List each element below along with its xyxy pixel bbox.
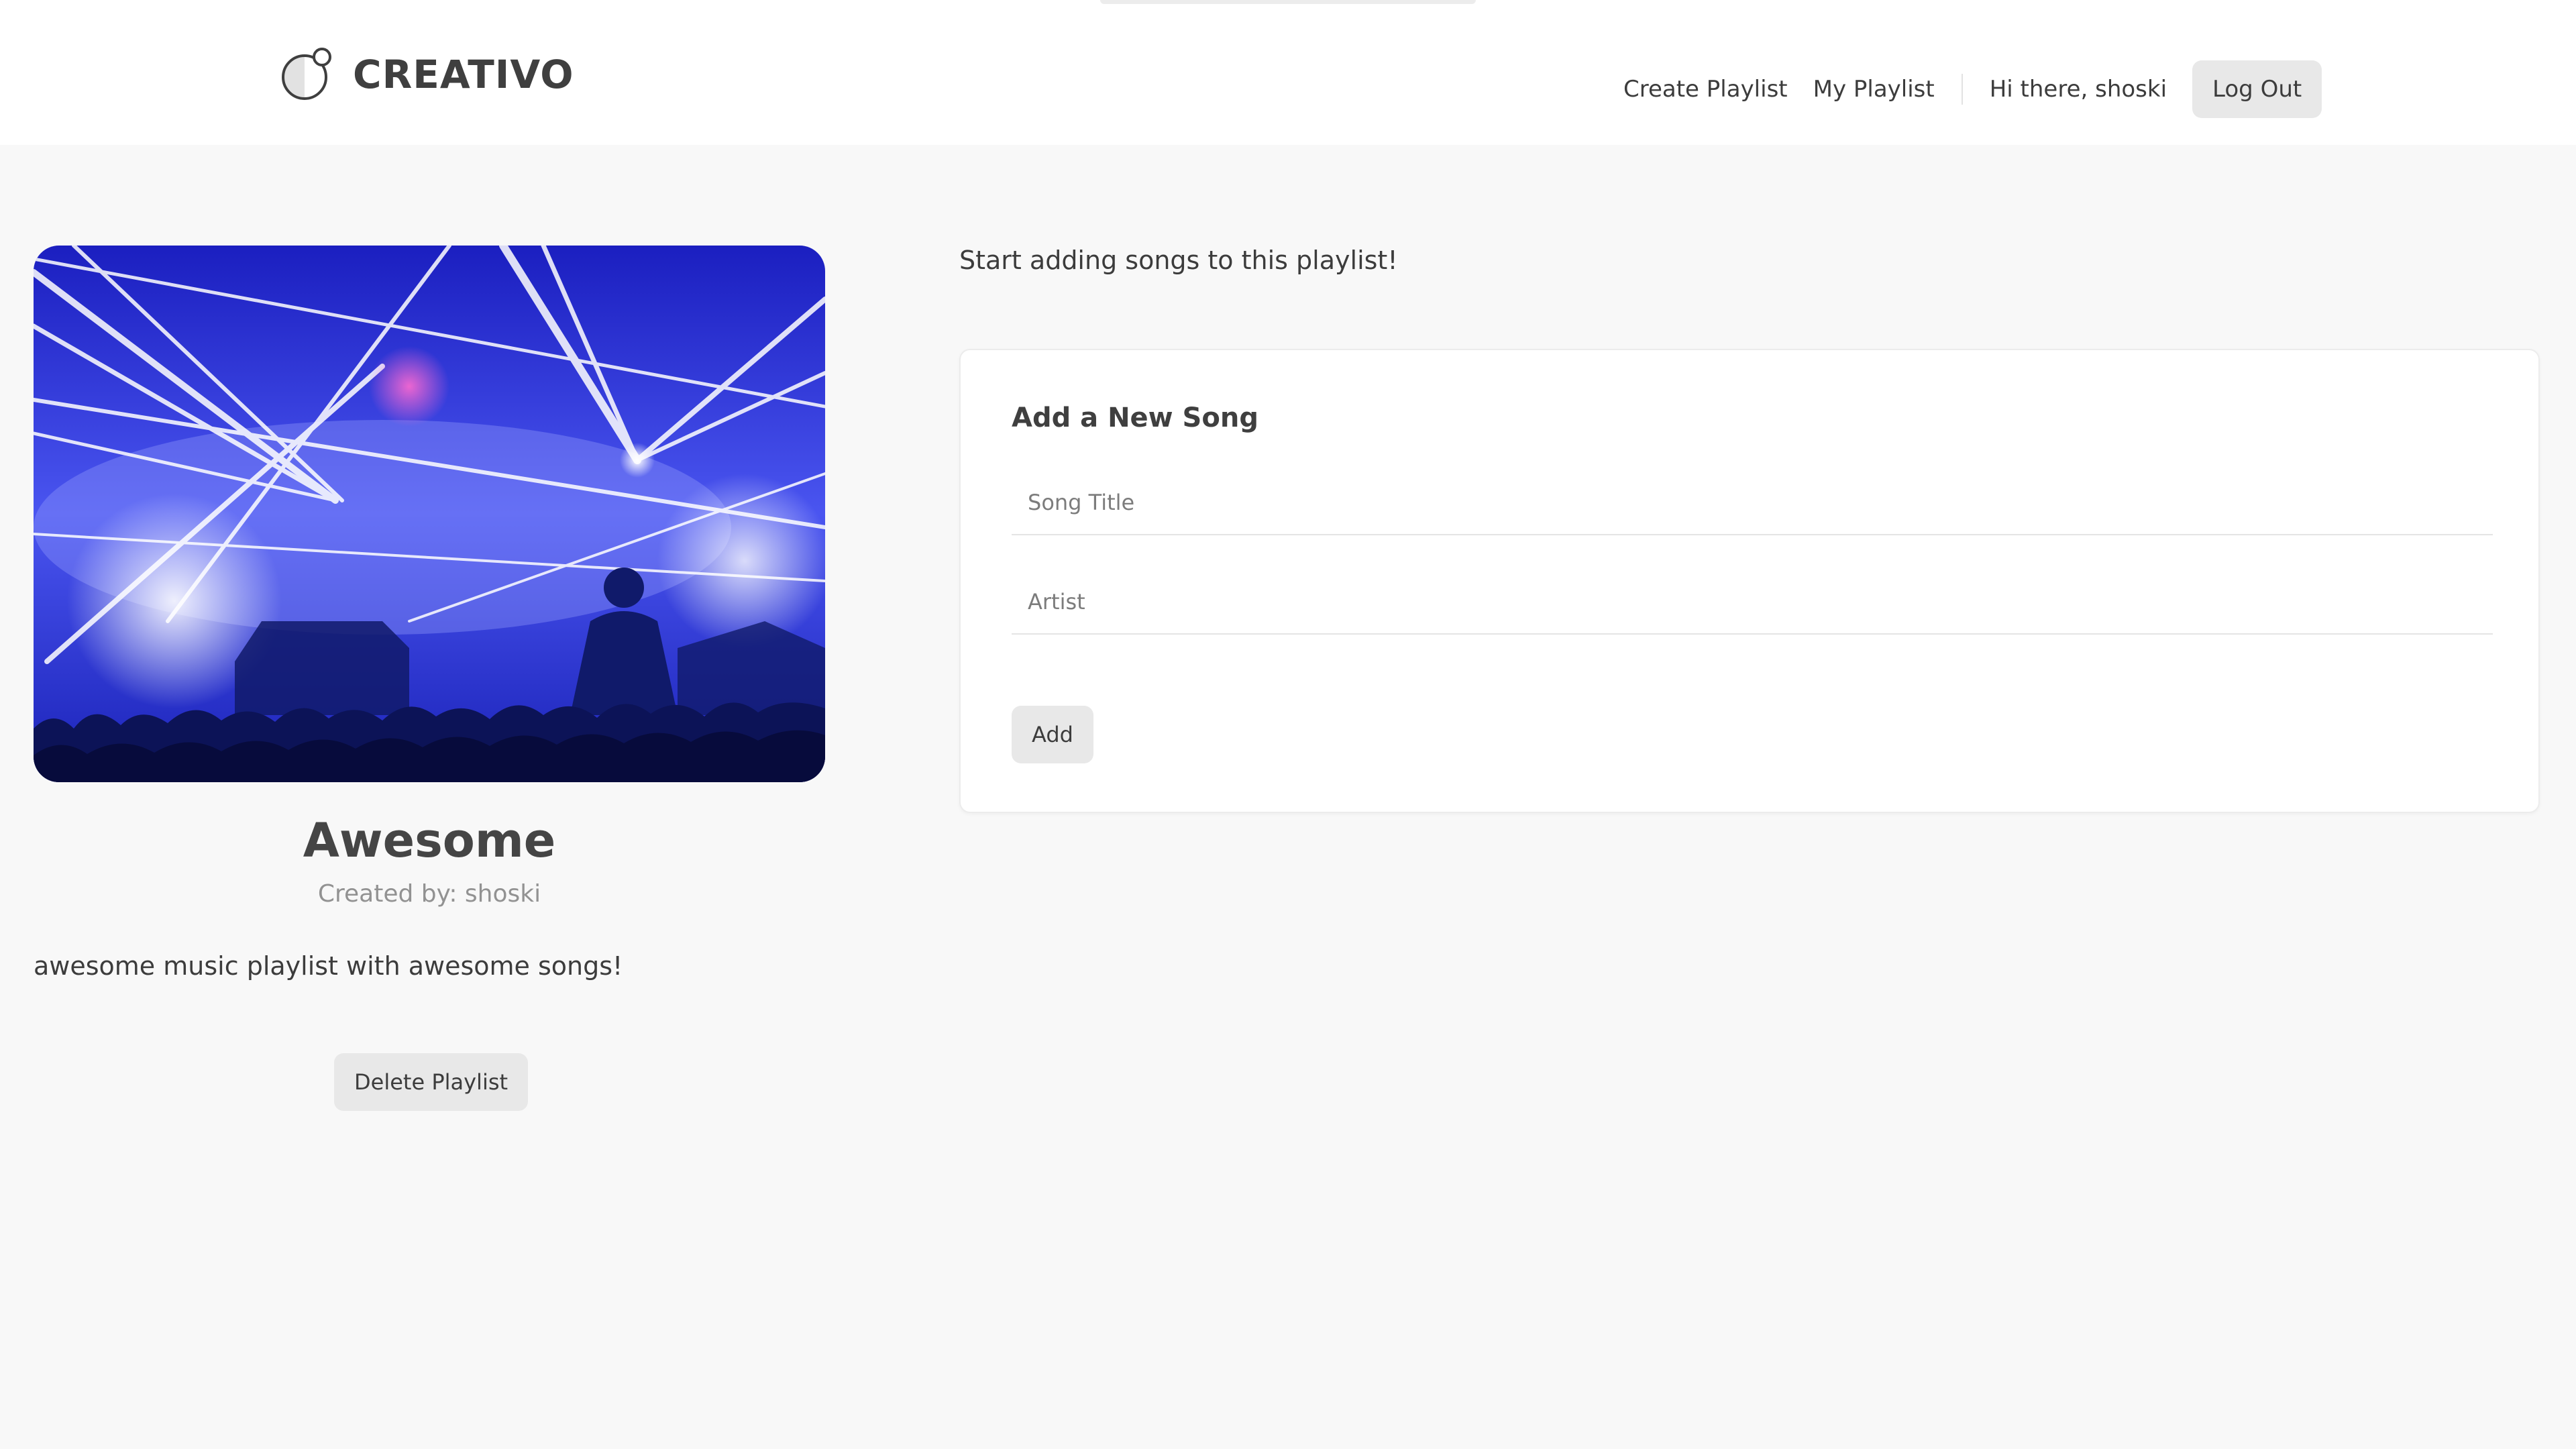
add-song-card: Add a New Song Add bbox=[959, 349, 2540, 813]
circle-logo-icon bbox=[282, 48, 331, 100]
add-song-button[interactable]: Add bbox=[1012, 706, 1093, 763]
playlist-description: awesome music playlist with awesome song… bbox=[34, 951, 623, 981]
playlist-creator: Created by: shoski bbox=[317, 880, 541, 908]
nav-divider bbox=[1961, 74, 1963, 105]
add-song-heading: Add a New Song bbox=[1012, 402, 1258, 433]
nav-my-playlist[interactable]: My Playlist bbox=[1813, 76, 1935, 103]
brand-name: CREATIVO bbox=[353, 52, 574, 97]
playlist-cover-image bbox=[34, 246, 825, 782]
artist-input[interactable] bbox=[1012, 570, 2493, 635]
top-tab-indicator bbox=[1100, 0, 1476, 4]
navbar: CREATIVO Create Playlist My Playlist Hi … bbox=[0, 0, 2576, 145]
playlist-title: Awesome bbox=[303, 813, 556, 868]
nav-create-playlist[interactable]: Create Playlist bbox=[1623, 76, 1788, 103]
user-greeting: Hi there, shoski bbox=[1989, 76, 2167, 103]
brand-logo[interactable]: CREATIVO bbox=[280, 44, 574, 105]
concert-lights-crowd-image bbox=[34, 246, 825, 782]
empty-songs-message: Start adding songs to this playlist! bbox=[959, 246, 1398, 275]
main-nav: Create Playlist My Playlist Hi there, sh… bbox=[1623, 59, 2322, 119]
song-title-input[interactable] bbox=[1012, 471, 2493, 535]
delete-playlist-button[interactable]: Delete Playlist bbox=[334, 1053, 529, 1111]
logout-button[interactable]: Log Out bbox=[2192, 60, 2322, 118]
